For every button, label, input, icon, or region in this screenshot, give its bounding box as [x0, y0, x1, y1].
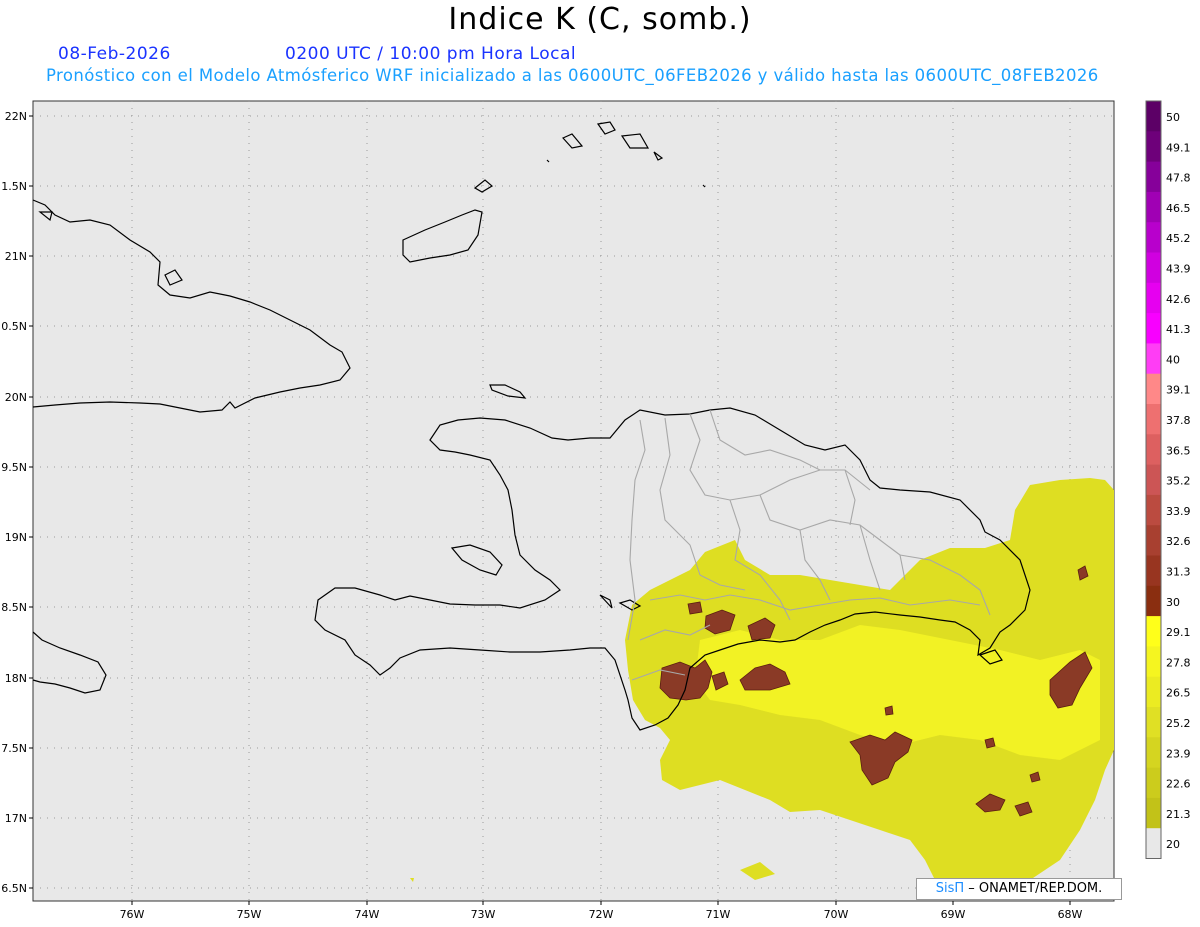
colorbar-label: 39.1: [1166, 384, 1191, 397]
lat-label: 19N: [5, 531, 27, 544]
colorbar-swatch: [1146, 161, 1161, 193]
lat-label: 17N: [5, 812, 27, 825]
colorbar-swatch: [1146, 282, 1161, 314]
lon-label: 71W: [706, 908, 731, 921]
colorbar-swatch: [1146, 101, 1161, 132]
lon-label: 73W: [471, 908, 496, 921]
colorbar-swatch: [1146, 343, 1161, 375]
lon-label: 75W: [237, 908, 262, 921]
latitude-labels: 22N 1.5N 21N 0.5N 20N 9.5N 19N 8.5N 18N …: [1, 110, 27, 895]
colorbar-swatch: [1146, 404, 1161, 435]
colorbar-label: 36.5: [1166, 444, 1191, 457]
colorbar-swatch: [1146, 191, 1161, 223]
lon-label: 76W: [120, 908, 145, 921]
colorbar-label: 26.5: [1166, 687, 1191, 700]
colorbar-label: 33.9: [1166, 505, 1191, 518]
colorbar-swatch: [1146, 585, 1161, 617]
colorbar-label: 35.2: [1166, 475, 1191, 488]
colorbar-swatch: [1146, 646, 1161, 678]
colorbar-swatch: [1146, 676, 1161, 708]
colorbar-swatch: [1146, 828, 1161, 859]
lat-label: 1.5N: [1, 180, 27, 193]
colorbar-label: 49.1: [1166, 141, 1191, 154]
colorbar-label: 27.8: [1166, 656, 1191, 669]
colorbar-label: 23.9: [1166, 747, 1191, 760]
lon-label: 70W: [824, 908, 849, 921]
lon-label: 74W: [355, 908, 380, 921]
colorbar-swatch: [1146, 434, 1161, 466]
colorbar-swatch: [1146, 767, 1161, 799]
colorbar-swatch: [1146, 464, 1161, 496]
colorbar-label: 21.3: [1166, 808, 1191, 821]
lat-label: 0.5N: [1, 320, 27, 333]
colorbar-swatch: [1146, 797, 1161, 829]
colorbar-swatch: [1146, 555, 1161, 587]
colorbar-label: 47.8: [1166, 172, 1191, 185]
longitude-labels: 76W 75W 74W 73W 72W 71W 70W 69W 68W: [120, 908, 1083, 921]
lon-label: 69W: [941, 908, 966, 921]
colorbar-label: 30: [1166, 596, 1180, 609]
colorbar-label: 46.5: [1166, 202, 1191, 215]
colorbar-swatch: [1146, 252, 1161, 284]
colorbar-swatch: [1146, 737, 1161, 769]
lat-label: 9.5N: [1, 461, 27, 474]
credit-agency: – ONAMET/REP.DOM.: [968, 881, 1103, 896]
lat-label: 7.5N: [1, 742, 27, 755]
colorbar-swatch: [1146, 222, 1161, 253]
credit-box: SisΠ – ONAMET/REP.DOM.: [916, 878, 1122, 900]
lat-label: 22N: [5, 110, 27, 123]
colorbar-label: 50: [1166, 111, 1180, 124]
colorbar-swatch: [1146, 616, 1161, 647]
lat-label: 8.5N: [1, 601, 27, 614]
colorbar-label: 25.2: [1166, 717, 1191, 730]
colorbar-swatch: [1146, 373, 1161, 405]
colorbar-label: 37.8: [1166, 414, 1191, 427]
colorbar-swatch: [1146, 313, 1161, 344]
colorbar-swatch: [1146, 131, 1161, 163]
credit-logo-text: SisΠ: [935, 881, 965, 896]
lat-label: 21N: [5, 250, 27, 263]
colorbar-swatch: [1146, 707, 1161, 738]
colorbar-label: 42.6: [1166, 293, 1191, 306]
lat-label: 6.5N: [1, 882, 27, 895]
colorbar-label: 41.3: [1166, 323, 1191, 336]
lat-label: 18N: [5, 672, 27, 685]
colorbar-label: 31.3: [1166, 566, 1191, 579]
colorbar: 50 49.1 47.8 46.5 45.2 43.9 42.6 41.3 40 39.1 37.8…: [1145, 100, 1191, 859]
colorbar-swatch: [1146, 525, 1161, 556]
lat-label: 20N: [5, 391, 27, 404]
colorbar-label: 43.9: [1166, 263, 1191, 276]
colorbar-label: 29.1: [1166, 626, 1191, 639]
colorbar-label: 45.2: [1166, 232, 1191, 245]
colorbar-label: 20: [1166, 838, 1180, 851]
colorbar-swatch: [1146, 494, 1161, 526]
map-figure: 22N 1.5N 21N 0.5N 20N 9.5N 19N 8.5N 18N …: [1, 100, 1191, 921]
lon-label: 72W: [589, 908, 614, 921]
colorbar-label: 40: [1166, 353, 1180, 366]
colorbar-label: 22.6: [1166, 778, 1191, 791]
colorbar-label: 32.6: [1166, 535, 1191, 548]
lon-label: 68W: [1058, 908, 1083, 921]
